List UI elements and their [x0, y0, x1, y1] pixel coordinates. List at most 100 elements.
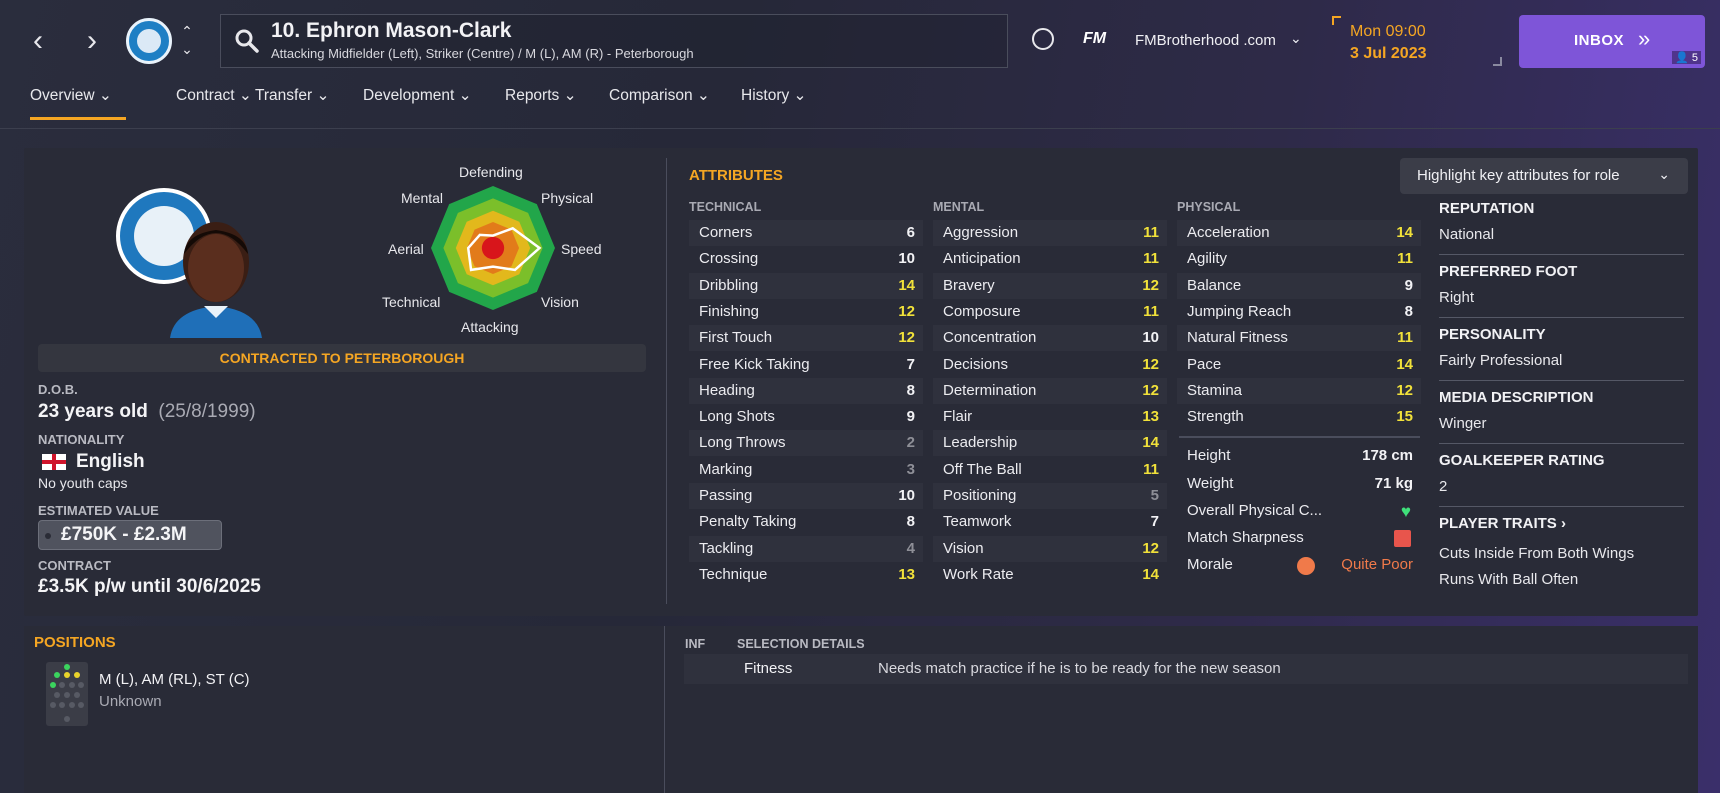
fm-logo[interactable]: FM	[1083, 30, 1106, 48]
tab-overview[interactable]: Overview ⌄	[30, 86, 126, 120]
attribute-row-leadership[interactable]: Leadership 14	[933, 430, 1167, 457]
england-flag-icon[interactable]	[42, 454, 66, 470]
attribute-row-agility[interactable]: Agility 11	[1177, 246, 1421, 272]
tab-history[interactable]: History ⌄	[741, 86, 807, 120]
game-date: 3 Jul 2023	[1350, 45, 1427, 62]
attribute-row-finishing[interactable]: Finishing 12	[689, 299, 923, 325]
attribute-name: Passing	[699, 487, 753, 504]
attribute-row-first-touch[interactable]: First Touch 12	[689, 325, 923, 352]
positions-pitch-icon[interactable]	[46, 662, 88, 726]
attribute-name: Finishing	[699, 302, 760, 320]
attribute-row-technique[interactable]: Technique 13	[689, 562, 923, 588]
attribute-row-stamina[interactable]: Stamina 12	[1177, 377, 1421, 404]
world-globe-icon[interactable]	[1032, 28, 1054, 50]
attribute-value: 11	[1397, 250, 1413, 268]
attribute-value: 11	[1143, 302, 1159, 320]
tab-reports[interactable]: Reports ⌄	[505, 86, 577, 120]
club-badge-icon[interactable]	[126, 18, 172, 64]
attribute-name: Corners	[699, 224, 753, 241]
info-divider	[1439, 254, 1684, 255]
weight-value: 71 kg	[1374, 475, 1413, 492]
attribute-value: 2	[906, 434, 915, 452]
attribute-row-marking[interactable]: Marking 3	[689, 457, 923, 483]
highlight-role-attributes-dropdown[interactable]: Highlight key attributes for role ⌄	[1400, 158, 1688, 194]
attribute-row-crossing[interactable]: Crossing 10	[689, 246, 923, 272]
attribute-row-long-shots[interactable]: Long Shots 9	[689, 404, 923, 430]
attribute-value: 10	[898, 487, 915, 504]
club-switch-chevron-icon[interactable]: ⌃ ⌄	[178, 22, 196, 62]
site-name-menu[interactable]: FMBrotherhood .com	[1135, 32, 1276, 49]
attribute-row-concentration[interactable]: Concentration 10	[933, 325, 1167, 352]
player-search-bar[interactable]: 10. Ephron Mason-Clark Attacking Midfiel…	[220, 14, 1008, 68]
inf-heading: INF	[685, 637, 706, 651]
estimated-value-pill[interactable]: £750K - £2.3M	[38, 520, 222, 550]
attribute-name: Natural Fitness	[1187, 329, 1288, 347]
attribute-row-positioning[interactable]: Positioning 5	[933, 483, 1167, 509]
attribute-value: 12	[898, 329, 915, 347]
morale-row[interactable]: Morale Quite Poor	[1177, 552, 1421, 578]
attribute-name: Agility	[1187, 250, 1228, 268]
attribute-name: Long Throws	[699, 434, 786, 452]
attribute-row-balance[interactable]: Balance 9	[1177, 272, 1421, 299]
attribute-row-long-throws[interactable]: Long Throws 2	[689, 430, 923, 457]
attribute-row-dribbling[interactable]: Dribbling 14	[689, 272, 923, 299]
attribute-name: Concentration	[943, 329, 1037, 347]
attribute-row-vision[interactable]: Vision 12	[933, 535, 1167, 562]
attribute-row-tackling[interactable]: Tackling 4	[689, 535, 923, 562]
physical-condition-row[interactable]: Overall Physical C... ♥	[1177, 498, 1421, 524]
attribute-value: 8	[1404, 302, 1413, 320]
attribute-name: Positioning	[943, 487, 1017, 504]
game-date-continue[interactable]: Mon 09:00 3 Jul 2023	[1332, 16, 1502, 66]
forward-arrow-icon[interactable]: ›	[78, 24, 106, 58]
tab-development[interactable]: Development ⌄	[363, 86, 472, 120]
attribute-value: 5	[1150, 487, 1159, 504]
attribute-row-off-the-ball[interactable]: Off The Ball 11	[933, 457, 1167, 483]
height-label: Height	[1187, 447, 1231, 464]
inbox-button[interactable]: INBOX » 👤 5	[1519, 15, 1705, 68]
attribute-row-corners[interactable]: Corners 6	[689, 220, 923, 246]
weight-row: Weight 71 kg	[1177, 471, 1421, 497]
attribute-row-work-rate[interactable]: Work Rate 14	[933, 562, 1167, 588]
back-arrow-icon[interactable]: ‹	[24, 24, 52, 58]
attribute-row-bravery[interactable]: Bravery 12	[933, 272, 1167, 299]
attribute-name: Aggression	[943, 224, 1019, 241]
attribute-row-strength[interactable]: Strength 15	[1177, 404, 1421, 430]
tab-contract[interactable]: Contract ⌄	[176, 86, 252, 120]
attribute-row-pace[interactable]: Pace 14	[1177, 352, 1421, 378]
morale-value: Quite Poor	[1341, 556, 1413, 573]
attribute-row-decisions[interactable]: Decisions 12	[933, 352, 1167, 378]
nationality-value[interactable]: English	[76, 451, 145, 473]
attribute-row-acceleration[interactable]: Acceleration 14	[1177, 220, 1421, 246]
attribute-radar-chart[interactable]: Defending Physical Speed Vision Attackin…	[370, 162, 620, 342]
highlight-dropdown-label: Highlight key attributes for role	[1417, 167, 1620, 184]
attribute-row-determination[interactable]: Determination 12	[933, 377, 1167, 404]
attribute-row-free-kick-taking[interactable]: Free Kick Taking 7	[689, 352, 923, 378]
attribute-name: Crossing	[699, 250, 759, 268]
chevron-down-icon[interactable]: ⌄	[1290, 30, 1302, 47]
attribute-row-passing[interactable]: Passing 10	[689, 483, 923, 509]
attribute-name: Determination	[943, 381, 1037, 399]
attribute-row-anticipation[interactable]: Anticipation 11	[933, 246, 1167, 272]
attribute-row-heading[interactable]: Heading 8	[689, 377, 923, 404]
player-traits-link[interactable]: PLAYER TRAITS ›	[1439, 515, 1566, 532]
tab-comparison[interactable]: Comparison ⌄	[609, 86, 710, 120]
attribute-row-flair[interactable]: Flair 13	[933, 404, 1167, 430]
selection-detail-row[interactable]: Fitness Needs match practice if he is to…	[684, 654, 1688, 684]
match-sharpness-row[interactable]: Match Sharpness	[1177, 525, 1421, 551]
attribute-row-teamwork[interactable]: Teamwork 7	[933, 509, 1167, 535]
attribute-row-aggression[interactable]: Aggression 11	[933, 220, 1167, 246]
attribute-row-composure[interactable]: Composure 11	[933, 299, 1167, 325]
search-icon[interactable]	[233, 27, 261, 55]
tab-transfer[interactable]: Transfer ⌄	[255, 86, 329, 120]
attribute-value: 12	[1142, 355, 1159, 373]
attribute-row-penalty-taking[interactable]: Penalty Taking 8	[689, 509, 923, 535]
attribute-row-jumping-reach[interactable]: Jumping Reach 8	[1177, 299, 1421, 325]
weight-label: Weight	[1187, 475, 1234, 492]
goalkeeper-rating-value: 2	[1439, 478, 1448, 495]
positions-sub: Unknown	[99, 693, 162, 710]
attribute-name: Pace	[1187, 355, 1222, 373]
bottom-divider	[664, 626, 665, 793]
attribute-row-natural-fitness[interactable]: Natural Fitness 11	[1177, 325, 1421, 352]
radar-label-attacking: Attacking	[461, 319, 519, 335]
positions-list: M (L), AM (RL), ST (C)	[99, 671, 250, 688]
